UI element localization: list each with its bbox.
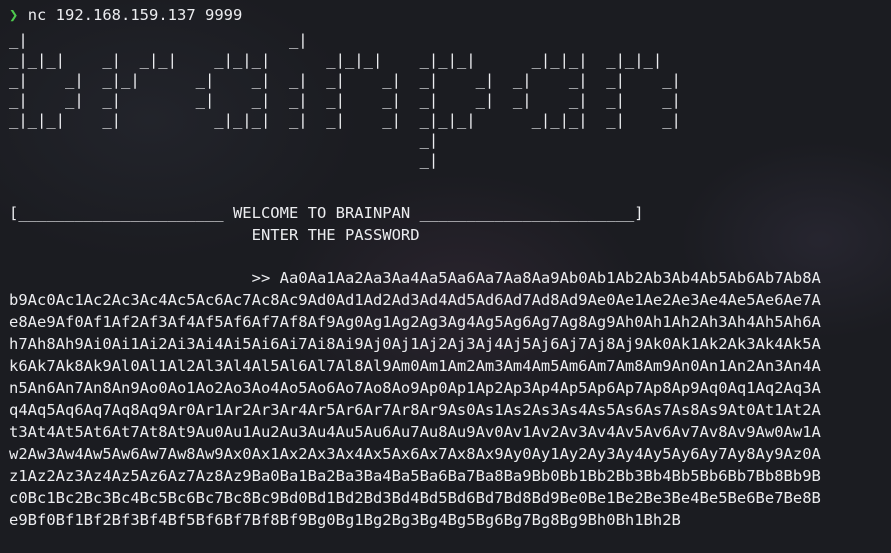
command-text: nc 192.168.159.137 9999 xyxy=(27,6,243,24)
terminal-window[interactable]: ❯ nc 192.168.159.137 9999 _| _| _|_|_| _… xyxy=(0,0,891,553)
banner-line: _| _| _|_| _| _| _| _| _| _| _| _| _| _|… xyxy=(9,71,681,89)
input-line: h7Ah8Ah9Ai0Ai1Ai2Ai3Ai4Ai5Ai6Ai7Ai8Ai9Aj… xyxy=(9,335,821,353)
banner-line: _| xyxy=(9,151,439,169)
input-line: b9Ac0Ac1Ac2Ac3Ac4Ac5Ac6Ac7Ac8Ac9Ad0Ad1Ad… xyxy=(9,291,821,309)
input-line: w2Aw3Aw4Aw5Aw6Aw7Aw8Aw9Ax0Ax1Ax2Ax3Ax4Ax… xyxy=(9,445,821,463)
input-line: t3At4At5At6At7At8At9Au0Au1Au2Au3Au4Au5Au… xyxy=(9,423,821,441)
command-line: ❯ nc 192.168.159.137 9999 xyxy=(9,5,242,25)
banner-line: _|_|_| _| _|_| _|_|_| _|_|_| _|_|_| _|_|… xyxy=(9,51,663,69)
prompt-chevron-icon: ❯ xyxy=(9,6,19,24)
password-prompt: ENTER THE PASSWORD xyxy=(9,226,420,244)
banner-line: _| _| _| _| _| _| _| _| _| _| _| _| _| _… xyxy=(9,91,681,109)
input-line: >> Aa0Aa1Aa2Aa3Aa4Aa5Aa6Aa7Aa8Aa9Ab0Ab1A… xyxy=(9,269,821,287)
banner-line: _|_|_| _| _|_|_| _| _| _| _|_|_| _|_|_| … xyxy=(9,111,681,129)
input-line: e8Ae9Af0Af1Af2Af3Af4Af5Af6Af7Af8Af9Ag0Ag… xyxy=(9,313,821,331)
input-line: q4Aq5Aq6Aq7Aq8Aq9Ar0Ar1Ar2Ar3Ar4Ar5Ar6Ar… xyxy=(9,401,821,419)
input-line: z1Az2Az3Az4Az5Az6Az7Az8Az9Ba0Ba1Ba2Ba3Ba… xyxy=(9,467,821,485)
banner-line: _| xyxy=(9,131,439,149)
input-line: k6Ak7Ak8Ak9Al0Al1Al2Al3Al4Al5Al6Al7Al8Al… xyxy=(9,357,821,375)
banner-line: _| _| xyxy=(9,31,308,49)
input-line: e9Bf0Bf1Bf2Bf3Bf4Bf5Bf6Bf7Bf8Bf9Bg0Bg1Bg… xyxy=(9,511,681,529)
input-line: n5An6An7An8An9Ao0Ao1Ao2Ao3Ao4Ao5Ao6Ao7Ao… xyxy=(9,379,821,397)
input-line: c0Bc1Bc2Bc3Bc4Bc5Bc6Bc7Bc8Bc9Bd0Bd1Bd2Bd… xyxy=(9,489,821,507)
welcome-banner: [______________________ WELCOME TO BRAIN… xyxy=(9,204,644,222)
